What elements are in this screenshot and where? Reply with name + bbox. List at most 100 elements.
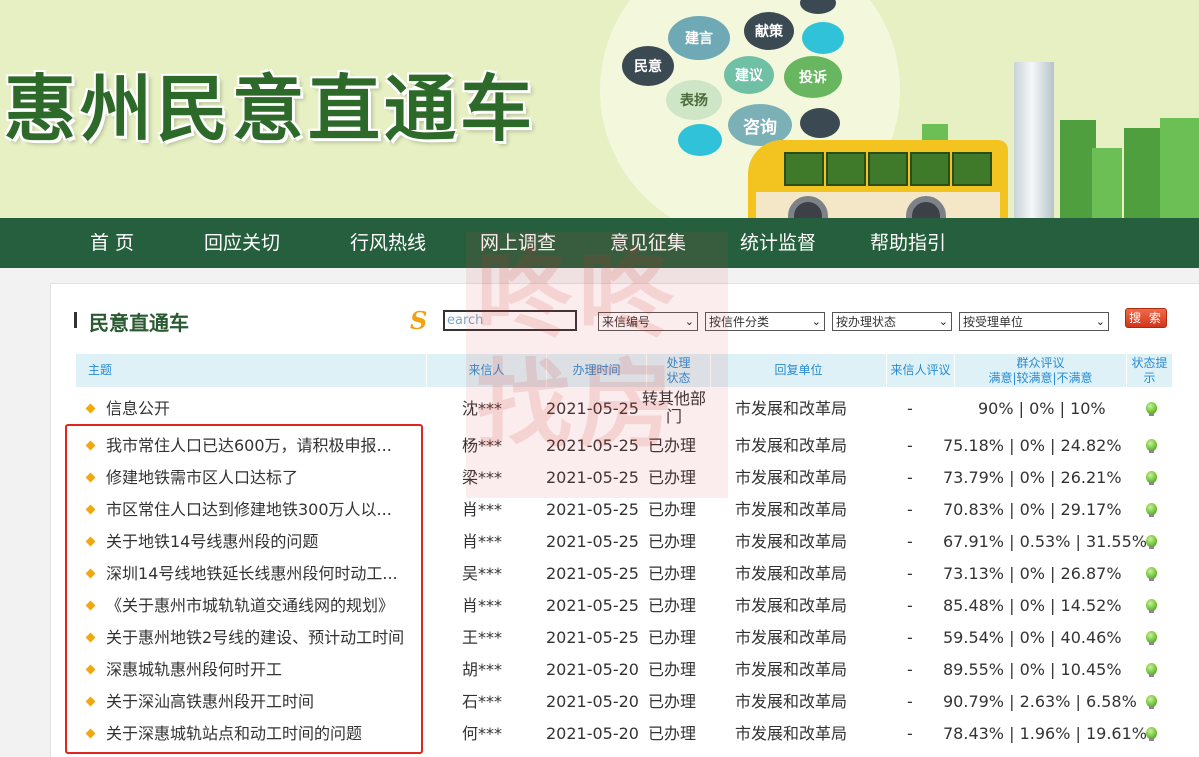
row-public-rating: 89.55% | 0% | 10.45% bbox=[943, 660, 1122, 679]
header-date: 办理时间 bbox=[546, 354, 646, 387]
row-status: 已办理 bbox=[648, 436, 697, 455]
row-date: 2021-05-20 bbox=[546, 724, 639, 743]
row-status: 已办理 bbox=[648, 628, 697, 647]
bullet-diamond-icon bbox=[85, 536, 96, 547]
row-date: 2021-05-25 bbox=[546, 628, 639, 647]
header-subject: 主题 bbox=[87, 363, 112, 377]
row-sender: 杨*** bbox=[462, 436, 503, 455]
row-sender: 肖*** bbox=[462, 500, 503, 519]
green-bulb-icon bbox=[1146, 727, 1157, 741]
green-bulb-icon bbox=[1146, 599, 1157, 613]
row-subject-link[interactable]: 我市常住人口已达600万，请积极申报... bbox=[106, 430, 392, 462]
row-subject-link[interactable]: 深惠城轨惠州段何时开工 bbox=[106, 654, 282, 686]
header-unit: 回复单位 bbox=[710, 354, 886, 387]
row-unit: 市发展和改革局 bbox=[735, 468, 848, 487]
nav-item-help[interactable]: 帮助指引 bbox=[870, 218, 946, 268]
row-date: 2021-05-25 bbox=[546, 399, 639, 418]
row-subject-link[interactable]: 深圳14号线地铁延长线惠州段何时动工... bbox=[106, 558, 398, 590]
row-rating: - bbox=[907, 724, 913, 743]
row-status: 已办理 bbox=[648, 532, 697, 551]
row-rating: - bbox=[907, 564, 913, 583]
nav-item-opinion[interactable]: 意见征集 bbox=[610, 218, 686, 268]
row-unit: 市发展和改革局 bbox=[735, 628, 848, 647]
speech-bubble-jianyi: 建议 bbox=[724, 56, 774, 94]
speech-bubble-jianyan: 建言 bbox=[668, 16, 730, 60]
row-subject-link[interactable]: 市区常住人口达到修建地铁300万人以... bbox=[106, 494, 392, 526]
row-subject-link[interactable]: 关于深汕高铁惠州段开工时间 bbox=[106, 686, 314, 718]
row-public-rating: 70.83% | 0% | 29.17% bbox=[943, 500, 1122, 519]
chevron-down-icon: ⌄ bbox=[684, 315, 694, 328]
row-public-rating: 73.13% | 0% | 26.87% bbox=[943, 564, 1122, 583]
speech-bubble-minyi: 民意 bbox=[622, 46, 674, 86]
table-row: 关于深汕高铁惠州段开工时间 石*** 2021-05-20 已办理 市发展和改革… bbox=[76, 686, 1172, 718]
filter-status[interactable]: 按办理状态 ⌄ bbox=[832, 312, 952, 331]
bus-window bbox=[910, 152, 950, 186]
nav-item-statistics[interactable]: 统计监督 bbox=[740, 218, 816, 268]
site-title: 惠州民意直通车 bbox=[4, 66, 537, 151]
row-rating: - bbox=[907, 399, 913, 418]
header-public-rating: 群众评议 满意|较满意|不满意 bbox=[954, 354, 1126, 387]
row-subject-link[interactable]: 信息公开 bbox=[106, 393, 170, 425]
bus-window bbox=[952, 152, 992, 186]
row-rating: - bbox=[907, 436, 913, 455]
row-unit: 市发展和改革局 bbox=[735, 500, 848, 519]
row-sender: 梁*** bbox=[462, 468, 503, 487]
bullet-diamond-icon bbox=[85, 403, 96, 414]
header-sender: 来信人 bbox=[426, 354, 546, 387]
row-rating: - bbox=[907, 532, 913, 551]
chevron-down-icon: ⌄ bbox=[811, 315, 821, 328]
building-illustration bbox=[1092, 148, 1122, 218]
row-subject-link[interactable]: 修建地铁需市区人口达标了 bbox=[106, 462, 298, 494]
row-subject-link[interactable]: 关于深惠城轨站点和动工时间的问题 bbox=[106, 718, 362, 750]
bullet-diamond-icon bbox=[85, 664, 96, 675]
nav-item-survey[interactable]: 网上调查 bbox=[480, 218, 556, 268]
row-subject-link[interactable]: 《关于惠州市城轨轨道交通线网的规划》 bbox=[106, 590, 394, 622]
filter-category[interactable]: 按信件分类 ⌄ bbox=[705, 312, 825, 331]
table-row: 关于惠州地铁2号线的建设、预计动工时间 王*** 2021-05-25 已办理 … bbox=[76, 622, 1172, 654]
row-subject-link[interactable]: 关于惠州地铁2号线的建设、预计动工时间 bbox=[106, 622, 404, 654]
building-illustration bbox=[1124, 128, 1160, 218]
row-sender: 何*** bbox=[462, 724, 503, 743]
green-bulb-icon bbox=[1146, 402, 1157, 416]
green-bulb-icon bbox=[1146, 695, 1157, 709]
panel-title-marker bbox=[74, 312, 77, 328]
row-sender: 肖*** bbox=[462, 596, 503, 615]
nav-item-response[interactable]: 回应关切 bbox=[204, 218, 280, 268]
table-row: 我市常住人口已达600万，请积极申报... 杨*** 2021-05-25 已办… bbox=[76, 430, 1172, 462]
speech-bubble-decor bbox=[800, 108, 840, 138]
site-banner: 惠州民意直通车 民意 建言 献策 表扬 建议 投诉 咨询 bbox=[0, 0, 1199, 218]
row-sender: 肖*** bbox=[462, 532, 503, 551]
row-sender: 石*** bbox=[462, 692, 503, 711]
row-date: 2021-05-25 bbox=[546, 532, 639, 551]
row-rating: - bbox=[907, 596, 913, 615]
nav-item-hotline[interactable]: 行风热线 bbox=[350, 218, 426, 268]
table-row: 深圳14号线地铁延长线惠州段何时动工... 吴*** 2021-05-25 已办… bbox=[76, 558, 1172, 590]
green-bulb-icon bbox=[1146, 631, 1157, 645]
green-bulb-icon bbox=[1146, 503, 1157, 517]
table-row: 信息公开 沈*** 2021-05-25 转其他部门 市发展和改革局 - 90%… bbox=[76, 389, 1172, 426]
bus-window bbox=[868, 152, 908, 186]
row-status: 转其他部门 bbox=[641, 389, 706, 426]
bullet-diamond-icon bbox=[85, 632, 96, 643]
row-public-rating: 59.54% | 0% | 40.46% bbox=[943, 628, 1122, 647]
speech-bubble-xiance: 献策 bbox=[744, 12, 794, 50]
row-date: 2021-05-25 bbox=[546, 468, 639, 487]
search-button[interactable]: 搜 索 bbox=[1125, 308, 1167, 328]
speech-bubble-biaoyang: 表扬 bbox=[666, 80, 722, 120]
nav-item-home[interactable]: 首 页 bbox=[90, 218, 134, 268]
row-status: 已办理 bbox=[648, 468, 697, 487]
filter-value: 来信编号 bbox=[602, 315, 651, 329]
row-public-rating: 73.79% | 0% | 26.21% bbox=[943, 468, 1122, 487]
filter-unit[interactable]: 按受理单位 ⌄ bbox=[959, 312, 1109, 331]
row-date: 2021-05-25 bbox=[546, 500, 639, 519]
row-status: 已办理 bbox=[648, 692, 697, 711]
row-status: 已办理 bbox=[648, 724, 697, 743]
table-row: 修建地铁需市区人口达标了 梁*** 2021-05-25 已办理 市发展和改革局… bbox=[76, 462, 1172, 494]
bus-window bbox=[826, 152, 866, 186]
row-date: 2021-05-25 bbox=[546, 564, 639, 583]
search-input[interactable] bbox=[443, 310, 577, 331]
filter-letter-number[interactable]: 来信编号 ⌄ bbox=[598, 312, 698, 331]
row-sender: 吴*** bbox=[462, 564, 503, 583]
panel-title: 民意直通车 bbox=[89, 311, 189, 335]
row-subject-link[interactable]: 关于地铁14号线惠州段的问题 bbox=[106, 526, 318, 558]
